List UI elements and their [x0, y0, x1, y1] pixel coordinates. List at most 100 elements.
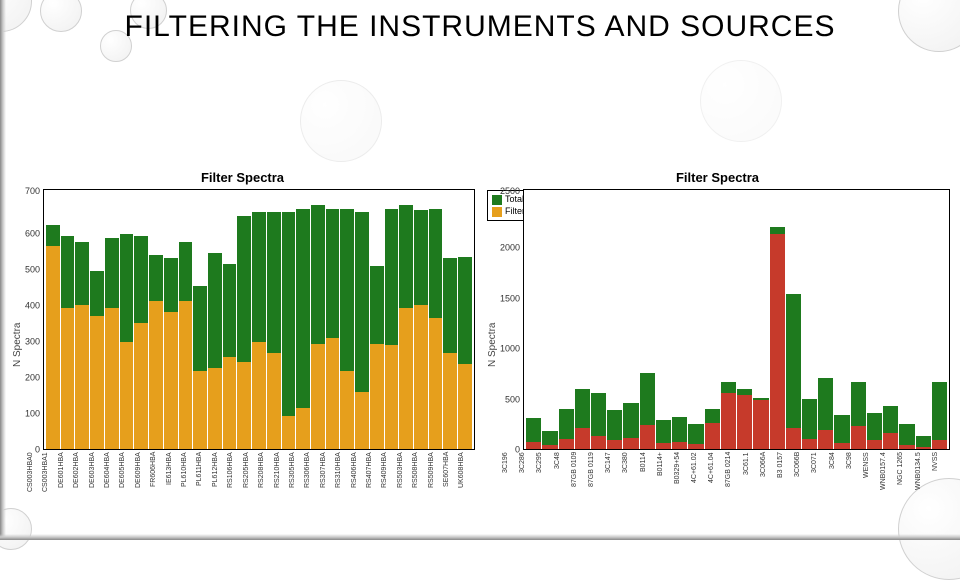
chart-title: Filter Spectra	[10, 170, 475, 185]
y-tick: 200	[25, 374, 40, 383]
x-tick: DE602HBA	[73, 452, 87, 500]
bar-filter	[526, 442, 541, 449]
x-tick: NVSS	[932, 452, 948, 500]
bar	[311, 190, 325, 449]
bar	[883, 190, 898, 449]
bar-total	[786, 294, 801, 449]
x-tick: RS305HBA	[289, 452, 303, 500]
y-tick: 1500	[500, 294, 520, 303]
charts-row: Filter Spectra N Spectra 700600500400300…	[10, 170, 950, 500]
x-tick: DE603HBA	[89, 452, 103, 500]
x-tick: WNB0134.5	[915, 452, 931, 500]
bar	[252, 190, 266, 449]
bar	[282, 190, 296, 449]
x-tick: 3C286	[519, 452, 535, 500]
bar-filter	[883, 433, 898, 449]
bar-filter	[916, 447, 931, 449]
plot-area: TotalFilter	[523, 189, 950, 450]
x-tick: DE604HBA	[104, 452, 118, 500]
bar-filter	[105, 308, 119, 449]
bar-filter	[399, 308, 413, 449]
bar-filter	[429, 318, 443, 449]
bar	[223, 190, 237, 449]
x-tick: 87GB 0214	[725, 452, 741, 500]
bar	[834, 190, 849, 449]
y-ticks: 25002000150010005000	[500, 189, 523, 450]
bar-filter	[296, 408, 310, 449]
bar	[296, 190, 310, 449]
bar	[753, 190, 768, 449]
bar-filter	[208, 368, 222, 449]
bar	[640, 190, 655, 449]
plot-area: TotalFilter	[43, 189, 475, 450]
x-ticks: CS003HBA0CS003HBA1DE601HBADE602HBADE603H…	[25, 452, 475, 500]
bar-filter	[120, 342, 134, 449]
bar-filter	[623, 438, 638, 449]
bar	[786, 190, 801, 449]
bar	[443, 190, 457, 449]
x-tick: WENSS	[863, 452, 879, 500]
bar	[164, 190, 178, 449]
y-tick: 2500	[500, 187, 520, 196]
x-tick: 87GB 0119	[588, 452, 604, 500]
bar	[705, 190, 720, 449]
x-tick: RS210HBA	[274, 452, 288, 500]
x-tick: DE601HBA	[58, 452, 72, 500]
x-tick: RS508HBA	[412, 452, 426, 500]
bar-filter	[899, 445, 914, 449]
bar-filter	[282, 416, 296, 449]
bar-filter	[932, 440, 947, 449]
bar-filter	[688, 444, 703, 449]
bar-filter	[414, 305, 428, 449]
x-tick: RS407HBA	[366, 452, 380, 500]
bar-filter	[46, 246, 60, 450]
x-tick: B0114	[640, 452, 656, 500]
bar-filter	[851, 426, 866, 449]
bar	[542, 190, 557, 449]
y-tick: 500	[500, 395, 520, 404]
bar	[193, 190, 207, 449]
y-tick: 2000	[500, 244, 520, 253]
bar	[899, 190, 914, 449]
x-tick: RS509HBA	[428, 452, 442, 500]
x-tick: 3C066B	[794, 452, 810, 500]
bar-filter	[607, 440, 622, 449]
x-tick: SE607HBA	[443, 452, 457, 500]
y-tick: 700	[25, 187, 40, 196]
bar-filter	[818, 430, 833, 449]
bar	[370, 190, 384, 449]
x-tick: DE609HBA	[135, 452, 149, 500]
bar	[458, 190, 472, 449]
y-tick: 1000	[500, 345, 520, 354]
bar	[399, 190, 413, 449]
x-tick: PL611HBA	[196, 452, 210, 500]
bar	[916, 190, 931, 449]
bar	[237, 190, 251, 449]
x-tick: 4C+61.02	[691, 452, 707, 500]
bar	[46, 190, 60, 449]
bar	[326, 190, 340, 449]
bar	[90, 190, 104, 449]
bar-filter	[370, 344, 384, 449]
chart-left: Filter Spectra N Spectra 700600500400300…	[10, 170, 475, 500]
bar-filter	[75, 305, 89, 449]
bar	[721, 190, 736, 449]
bar	[355, 190, 369, 449]
bar-filter	[311, 344, 325, 449]
bar	[120, 190, 134, 449]
x-tick: RS306HBA	[304, 452, 318, 500]
bar	[818, 190, 833, 449]
bar	[149, 190, 163, 449]
bar-filter	[179, 301, 193, 449]
bar	[575, 190, 590, 449]
bar	[75, 190, 89, 449]
bar	[737, 190, 752, 449]
bar-filter	[656, 443, 671, 449]
y-tick: 100	[25, 410, 40, 419]
y-tick: 300	[25, 338, 40, 347]
bar	[867, 190, 882, 449]
x-tick: WNB0157.4	[880, 452, 896, 500]
x-tick: NGC 1265	[897, 452, 913, 500]
x-tick: 3C48	[554, 452, 570, 500]
bar	[607, 190, 622, 449]
